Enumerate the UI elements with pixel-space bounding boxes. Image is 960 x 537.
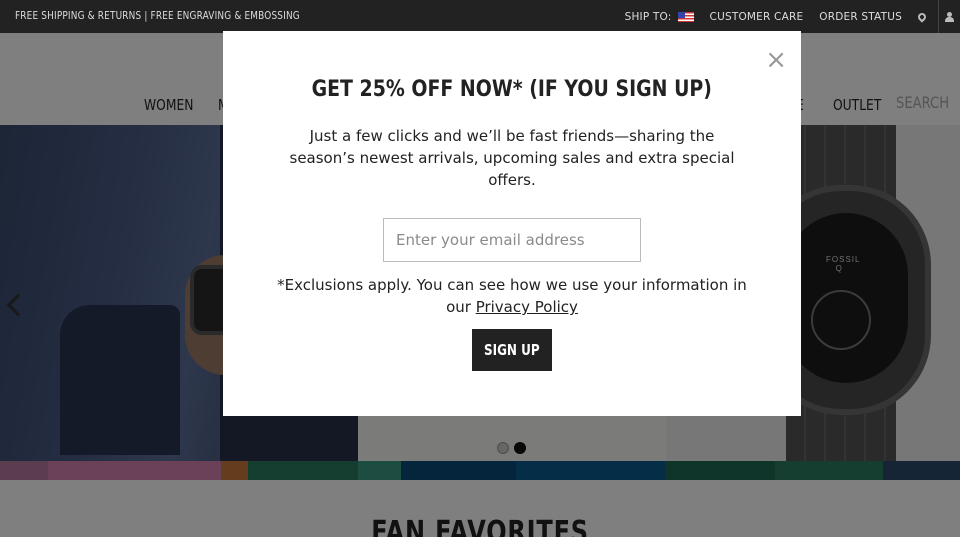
location-pin-icon <box>916 10 928 23</box>
close-icon[interactable]: × <box>765 47 787 73</box>
privacy-policy-link[interactable]: Privacy Policy <box>476 298 578 316</box>
sign-up-label: SIGN UP <box>484 341 540 359</box>
ship-to-selector[interactable]: SHIP TO: <box>617 11 702 23</box>
email-field[interactable] <box>383 218 641 262</box>
promo-text: FREE SHIPPING & RETURNS | FREE ENGRAVING… <box>15 10 300 22</box>
exclusions-text: *Exclusions apply. You can see how we us… <box>263 274 761 318</box>
customer-care-link[interactable]: CUSTOMER CARE <box>702 11 812 23</box>
us-flag-icon <box>677 11 694 22</box>
modal-description: Just a few clicks and we’ll be fast frie… <box>289 127 735 189</box>
order-status-link[interactable]: ORDER STATUS <box>811 11 910 23</box>
account-button[interactable] <box>938 0 960 33</box>
signup-modal: × GET 25% OFF NOW* (IF YOU SIGN UP) Just… <box>223 31 801 416</box>
sign-up-button[interactable]: SIGN UP <box>472 329 552 371</box>
user-icon <box>945 12 954 22</box>
ship-to-label: SHIP TO: <box>624 10 672 23</box>
modal-title: GET 25% OFF NOW* (IF YOU SIGN UP) <box>223 77 801 102</box>
utility-links: SHIP TO: CUSTOMER CARE ORDER STATUS <box>617 0 960 33</box>
modal-title-text: GET 25% OFF NOW* (IF YOU SIGN UP) <box>311 77 713 102</box>
store-locator-button[interactable] <box>910 10 934 23</box>
utility-bar: FREE SHIPPING & RETURNS | FREE ENGRAVING… <box>0 0 960 33</box>
